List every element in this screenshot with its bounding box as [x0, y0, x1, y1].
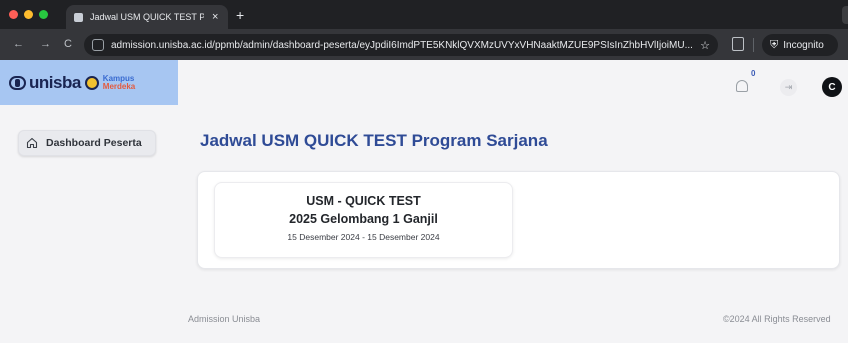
- incognito-icon: ⛨: [770, 38, 779, 51]
- kampus-merdeka-logo-icon: [84, 75, 99, 90]
- address-bar[interactable]: admission.unisba.ac.id/ppmb/admin/dashbo…: [84, 34, 718, 56]
- incognito-label: Incognito: [783, 39, 824, 51]
- page-content: unisba Kampus Merdeka 0 ⇥ C Dashboard Pe…: [0, 60, 848, 343]
- page-title: Jadwal USM QUICK TEST Program Sarjana: [200, 131, 548, 150]
- toolbar-divider: [753, 38, 754, 52]
- maximize-window-button[interactable]: [39, 10, 48, 19]
- notification-count-badge: 0: [751, 69, 756, 78]
- extensions-icon[interactable]: [732, 37, 744, 51]
- minimize-window-button[interactable]: [24, 10, 33, 19]
- user-avatar[interactable]: C: [822, 77, 842, 97]
- sidebar-item-label: Dashboard Peserta: [46, 137, 142, 149]
- unisba-logo-icon: [9, 75, 26, 90]
- reload-button[interactable]: C: [64, 38, 72, 50]
- notification-bell-icon[interactable]: [736, 80, 748, 92]
- schedule-subtitle: 2025 Gelombang 1 Ganjil: [289, 212, 438, 226]
- sidebar-item-dashboard-peserta[interactable]: Dashboard Peserta: [18, 130, 156, 156]
- footer-copyright: ©2024 All Rights Reserved: [723, 314, 831, 324]
- logout-button[interactable]: ⇥: [780, 79, 797, 96]
- schedule-container: USM - QUICK TEST 2025 Gelombang 1 Ganjil…: [197, 171, 840, 269]
- url-text: admission.unisba.ac.id/ppmb/admin/dashbo…: [111, 39, 693, 51]
- incognito-badge[interactable]: ⛨ Incognito: [762, 34, 838, 56]
- forward-button[interactable]: →: [40, 38, 51, 50]
- home-icon: [26, 137, 38, 149]
- tab-close-icon[interactable]: ×: [212, 11, 218, 23]
- schedule-title: USM - QUICK TEST: [306, 194, 421, 208]
- kampus-text-bottom: Merdeka: [102, 81, 136, 91]
- schedule-card[interactable]: USM - QUICK TEST 2025 Gelombang 1 Ganjil…: [214, 182, 513, 258]
- browser-tab-bar: Jadwal USM QUICK TEST Pro × +: [0, 0, 848, 29]
- tab-title: Jadwal USM QUICK TEST Pro: [90, 12, 204, 22]
- logo-text: unisba: [29, 72, 81, 92]
- back-button[interactable]: ←: [13, 38, 24, 50]
- tab-favicon-icon: [74, 12, 83, 22]
- kampus-merdeka-text: Kampus Merdeka: [102, 74, 136, 91]
- logo-panel[interactable]: unisba Kampus Merdeka: [0, 60, 178, 105]
- bookmark-star-icon[interactable]: ☆: [700, 39, 710, 52]
- schedule-date-range: 15 Desember 2024 - 15 Desember 2024: [287, 232, 440, 242]
- browser-menu-icon[interactable]: ⋮: [844, 38, 848, 51]
- footer-brand: Admission Unisba: [188, 314, 261, 324]
- site-info-icon[interactable]: [92, 39, 104, 51]
- browser-toolbar: ← → C admission.unisba.ac.id/ppmb/admin/…: [0, 29, 848, 60]
- new-tab-button[interactable]: +: [236, 7, 244, 23]
- avatar-initial: C: [828, 81, 836, 93]
- close-window-button[interactable]: [9, 10, 18, 19]
- logout-icon: ⇥: [784, 82, 793, 92]
- tab-strip-dropdown-button[interactable]: [842, 6, 848, 24]
- browser-tab[interactable]: Jadwal USM QUICK TEST Pro ×: [66, 5, 228, 29]
